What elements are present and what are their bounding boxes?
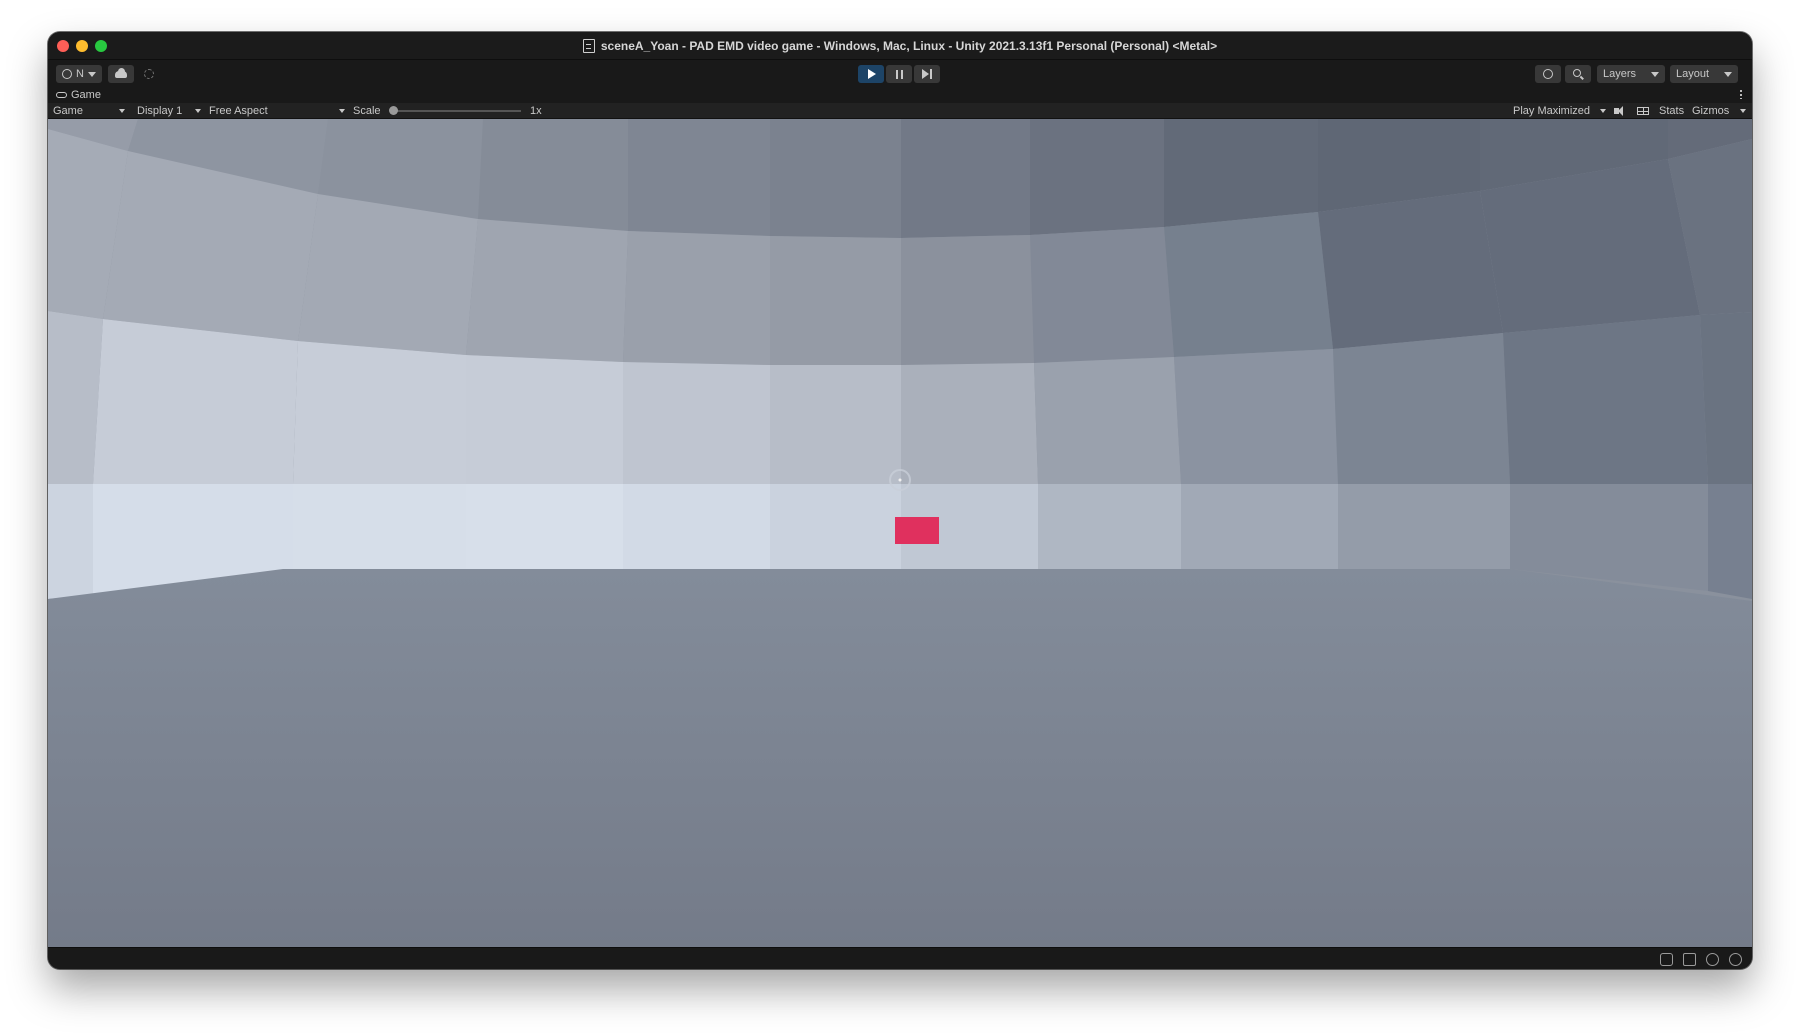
search-icon xyxy=(1573,69,1581,77)
layout-label: Layout xyxy=(1676,68,1710,80)
tab-game-label: Game xyxy=(71,89,101,101)
collab-button[interactable] xyxy=(138,65,160,83)
main-toolbar: N Layers Layout xyxy=(48,60,1752,88)
more-options-icon[interactable] xyxy=(1740,89,1742,99)
view-mode-dropdown[interactable]: Game xyxy=(53,104,125,118)
chevron-down-icon xyxy=(87,71,96,77)
auto-generate-lighting-icon[interactable] xyxy=(1706,953,1719,966)
target-object[interactable] xyxy=(895,517,939,544)
play-mode-dropdown[interactable]: Play Maximized xyxy=(1513,104,1606,118)
step-button[interactable] xyxy=(914,65,940,83)
window-title: sceneA_Yoan - PAD EMD video game - Windo… xyxy=(600,38,1218,53)
grid-icon xyxy=(1637,107,1649,115)
play-icon xyxy=(868,69,876,79)
progress-check-icon[interactable] xyxy=(1729,953,1742,966)
pause-button[interactable] xyxy=(886,65,912,83)
debug-icon[interactable] xyxy=(1660,953,1673,966)
panel-tab-bar: Game xyxy=(48,88,1752,103)
game-viewport[interactable] xyxy=(48,119,1752,947)
gizmos-dropdown[interactable]: Gizmos xyxy=(1692,104,1746,118)
account-dropdown[interactable]: N xyxy=(56,65,102,83)
search-button[interactable] xyxy=(1565,65,1591,83)
account-icon xyxy=(62,69,73,79)
mute-audio-toggle[interactable] xyxy=(1614,104,1628,118)
play-mode-label: Play Maximized xyxy=(1513,105,1591,117)
scale-label: Scale xyxy=(353,105,381,117)
gamepad-icon xyxy=(56,92,67,98)
status-bar xyxy=(48,947,1752,969)
undo-history-button[interactable] xyxy=(1535,65,1561,83)
layout-dropdown[interactable]: Layout xyxy=(1670,65,1738,83)
game-view-toolbar: Game Display 1 Free Aspect Scale 1x Play… xyxy=(48,103,1752,119)
document-icon xyxy=(582,38,595,53)
tab-game[interactable]: Game xyxy=(56,89,101,101)
chevron-down-icon xyxy=(339,109,345,113)
chevron-down-icon xyxy=(1600,109,1606,113)
view-mode-label: Game xyxy=(53,105,83,117)
step-icon xyxy=(922,69,929,79)
chevron-down-icon xyxy=(1740,109,1746,113)
floor xyxy=(48,569,1752,947)
stats-label: Stats xyxy=(1659,105,1685,117)
display-label: Display 1 xyxy=(137,105,183,117)
chevron-down-icon xyxy=(195,109,201,113)
display-dropdown[interactable]: Display 1 xyxy=(137,104,201,118)
scale-control: Scale 1x xyxy=(353,104,542,118)
title-bar: sceneA_Yoan - PAD EMD video game - Windo… xyxy=(48,32,1752,60)
scale-value: 1x xyxy=(530,105,542,117)
window-title-group: sceneA_Yoan - PAD EMD video game - Windo… xyxy=(48,32,1752,59)
unity-editor-window: sceneA_Yoan - PAD EMD video game - Windo… xyxy=(48,32,1752,969)
history-icon xyxy=(1543,69,1553,79)
chevron-down-icon xyxy=(1724,71,1732,77)
cloud-button[interactable] xyxy=(108,65,134,83)
cache-server-icon[interactable] xyxy=(1683,953,1696,966)
crosshair-dot xyxy=(898,478,902,482)
cloud-icon xyxy=(115,67,127,78)
stats-toggle[interactable]: Stats xyxy=(1659,104,1684,118)
game-scene xyxy=(48,119,1752,947)
chevron-down-icon xyxy=(1651,71,1659,77)
chevron-down-icon xyxy=(119,109,125,113)
aspect-dropdown[interactable]: Free Aspect xyxy=(209,104,345,118)
gizmos-label: Gizmos xyxy=(1692,105,1730,117)
aspect-label: Free Aspect xyxy=(209,105,268,117)
pause-icon xyxy=(895,69,903,79)
speaker-icon xyxy=(1614,106,1623,116)
collab-icon xyxy=(144,69,154,79)
shortcut-grid-toggle[interactable] xyxy=(1637,104,1651,118)
play-button[interactable] xyxy=(858,65,884,83)
layers-label: Layers xyxy=(1603,68,1637,80)
layers-dropdown[interactable]: Layers xyxy=(1597,65,1665,83)
scale-slider-handle[interactable] xyxy=(389,106,398,115)
scale-slider-track[interactable] xyxy=(393,110,521,112)
account-label: N xyxy=(76,68,84,80)
